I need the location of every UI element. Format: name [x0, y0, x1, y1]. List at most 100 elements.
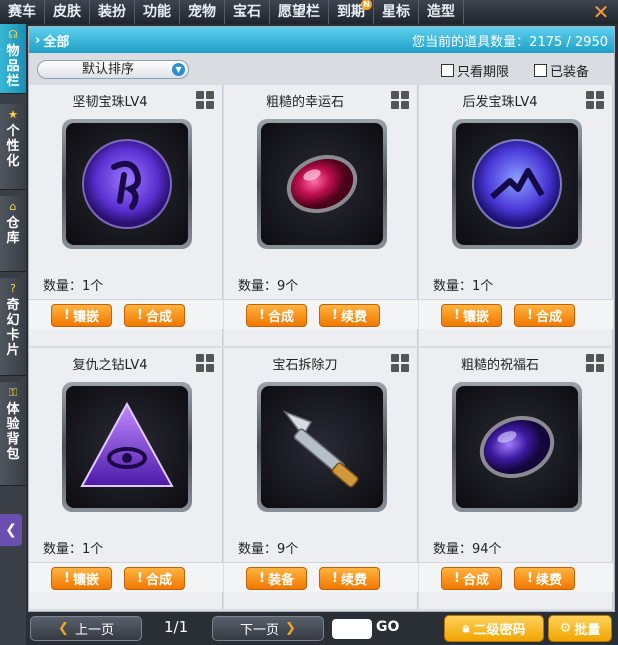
item-actions: ! 镶嵌 ! 合成	[419, 299, 613, 329]
details-grid-icon[interactable]	[196, 354, 214, 372]
side-tab-personalize[interactable]: ★ 个性化	[0, 104, 26, 190]
inventory-panel: › 全部 您当前的道具数量：2175 / 2950 默认排序 ▼ 只看期限 已装…	[28, 26, 615, 612]
details-grid-icon[interactable]	[391, 354, 409, 372]
item-count: 您当前的道具数量：2175 / 2950	[412, 34, 608, 50]
item-name: 复仇之钻LV4	[72, 358, 148, 373]
equip-button[interactable]: ! 装备	[246, 567, 307, 590]
close-icon[interactable]: ✕	[590, 1, 612, 23]
only-expiring-checkbox[interactable]: 只看期限	[441, 61, 509, 80]
purple-triangle-icon	[80, 401, 174, 487]
chevron-down-icon: ▼	[172, 63, 185, 76]
blade-icon	[282, 410, 359, 488]
tab-skin[interactable]: 皮肤	[45, 0, 90, 24]
lock-icon: 🔒︎	[462, 621, 470, 636]
lock-icon: ⚿	[8, 386, 18, 399]
item-quantity: 数量：1个	[433, 279, 494, 294]
exclaim-icon: !	[454, 571, 460, 586]
page-number-input[interactable]	[332, 619, 372, 639]
tab-expiring[interactable]: 到期 N	[329, 0, 374, 24]
inlay-button[interactable]: ! 镶嵌	[51, 304, 112, 327]
red-gem-icon	[286, 154, 358, 214]
item-card[interactable]: 宝石拆除刀 数量：9个 ! 装备 ! 续费	[224, 348, 418, 609]
details-grid-icon[interactable]	[586, 354, 604, 372]
tab-star[interactable]: 星标	[374, 0, 419, 24]
bag-icon: ☊	[8, 28, 18, 41]
chevron-right-icon: ❯	[285, 621, 296, 636]
item-card[interactable]: 后发宝珠LV4 数量：1个 ! 镶嵌 ! 合成	[419, 85, 613, 346]
pager-bar: ❮ 上一页 1/1 下一页 ❯ GO 🔒︎ 二级密码 ⚙ 批量	[26, 612, 618, 645]
exclaim-icon: !	[64, 308, 70, 323]
chevron-left-icon: ❮	[58, 621, 69, 636]
renew-button[interactable]: ! 续费	[319, 567, 380, 590]
purple-orb-icon	[472, 139, 562, 229]
batch-button[interactable]: ⚙ 批量	[548, 615, 612, 642]
breadcrumb[interactable]: › 全部	[35, 31, 69, 50]
chevron-right-icon: ›	[35, 32, 41, 48]
synthesize-button[interactable]: ! 合成	[124, 304, 185, 327]
item-card[interactable]: 坚韧宝珠LV4 数量：1个 ! 镶嵌 ! 合成	[29, 85, 223, 346]
item-quantity: 数量：9个	[238, 542, 299, 557]
prev-page-button[interactable]: ❮ 上一页	[30, 616, 142, 641]
exclaim-icon: !	[259, 308, 265, 323]
synthesize-button[interactable]: ! 合成	[514, 304, 575, 327]
side-tab-fantasy-cards[interactable]: ? 奇幻卡片	[0, 278, 26, 376]
gear-icon: ⚙	[559, 621, 572, 636]
item-name: 宝石拆除刀	[272, 358, 338, 373]
equipped-checkbox[interactable]: 已装备	[534, 61, 589, 80]
tab-function[interactable]: 功能	[135, 0, 180, 24]
exclaim-icon: !	[332, 308, 338, 323]
side-tab-trial-bag[interactable]: ⚿ 体验背包	[0, 382, 26, 486]
item-image-frame	[452, 382, 582, 512]
item-name: 粗糙的祝福石	[460, 358, 539, 373]
item-quantity: 数量：9个	[238, 279, 299, 294]
side-tab-warehouse[interactable]: ⌂ 仓库	[0, 196, 26, 272]
tab-racecar[interactable]: 赛车	[0, 0, 45, 24]
collapse-arrow-icon[interactable]: ❮	[0, 514, 22, 546]
tab-style[interactable]: 造型	[419, 0, 464, 24]
item-card[interactable]: 粗糙的祝福石 数量：94个 ! 合成 ! 续费	[419, 348, 613, 609]
item-card[interactable]: 粗糙的幸运石 数量：9个 ! 合成 ! 续费	[224, 85, 418, 346]
item-name: 粗糙的幸运石	[265, 95, 344, 110]
page-indicator: 1/1	[164, 618, 189, 636]
exclaim-icon: !	[454, 308, 460, 323]
item-quantity: 数量：94个	[433, 542, 502, 557]
inlay-button[interactable]: ! 镶嵌	[441, 304, 502, 327]
sort-dropdown[interactable]: 默认排序 ▼	[37, 60, 189, 79]
item-actions: ! 合成 ! 续费	[419, 562, 613, 592]
item-quantity: 数量：1个	[43, 542, 104, 557]
synthesize-button[interactable]: ! 合成	[441, 567, 502, 590]
next-page-button[interactable]: 下一页 ❯	[212, 616, 324, 641]
synthesize-button[interactable]: ! 合成	[246, 304, 307, 327]
exclaim-icon: !	[64, 571, 70, 586]
item-actions: ! 镶嵌 ! 合成	[29, 562, 223, 592]
inlay-button[interactable]: ! 镶嵌	[51, 567, 112, 590]
exclaim-icon: !	[332, 571, 338, 586]
item-image-frame	[62, 119, 192, 249]
tab-outfit[interactable]: 装扮	[90, 0, 135, 24]
exclaim-icon: !	[527, 571, 533, 586]
side-tab-inventory[interactable]: ☊ 物品栏	[0, 24, 26, 94]
synthesize-button[interactable]: ! 合成	[124, 567, 185, 590]
go-button[interactable]: GO	[376, 619, 399, 635]
filter-row: 默认排序 ▼ 只看期限 已装备	[29, 55, 614, 83]
details-grid-icon[interactable]	[196, 91, 214, 109]
item-image-frame	[452, 119, 582, 249]
tab-pet[interactable]: 宠物	[180, 0, 225, 24]
panel-header: › 全部 您当前的道具数量：2175 / 2950	[29, 27, 614, 53]
tab-wishlist[interactable]: 愿望栏	[270, 0, 329, 24]
renew-button[interactable]: ! 续费	[514, 567, 575, 590]
details-grid-icon[interactable]	[586, 91, 604, 109]
star-icon: ★	[8, 108, 18, 121]
purple-orb-icon	[82, 139, 172, 229]
secondary-password-button[interactable]: 🔒︎ 二级密码	[444, 615, 544, 642]
item-name: 后发宝珠LV4	[462, 95, 538, 110]
item-actions: ! 镶嵌 ! 合成	[29, 299, 223, 329]
item-card[interactable]: 复仇之钻LV4 数量：1个 ! 镶嵌 ! 合成	[29, 348, 223, 609]
details-grid-icon[interactable]	[391, 91, 409, 109]
renew-button[interactable]: ! 续费	[319, 304, 380, 327]
exclaim-icon: !	[137, 308, 143, 323]
exclaim-icon: !	[137, 571, 143, 586]
tab-gem[interactable]: 宝石	[225, 0, 270, 24]
item-quantity: 数量：1个	[43, 279, 104, 294]
item-image-frame	[257, 382, 387, 512]
